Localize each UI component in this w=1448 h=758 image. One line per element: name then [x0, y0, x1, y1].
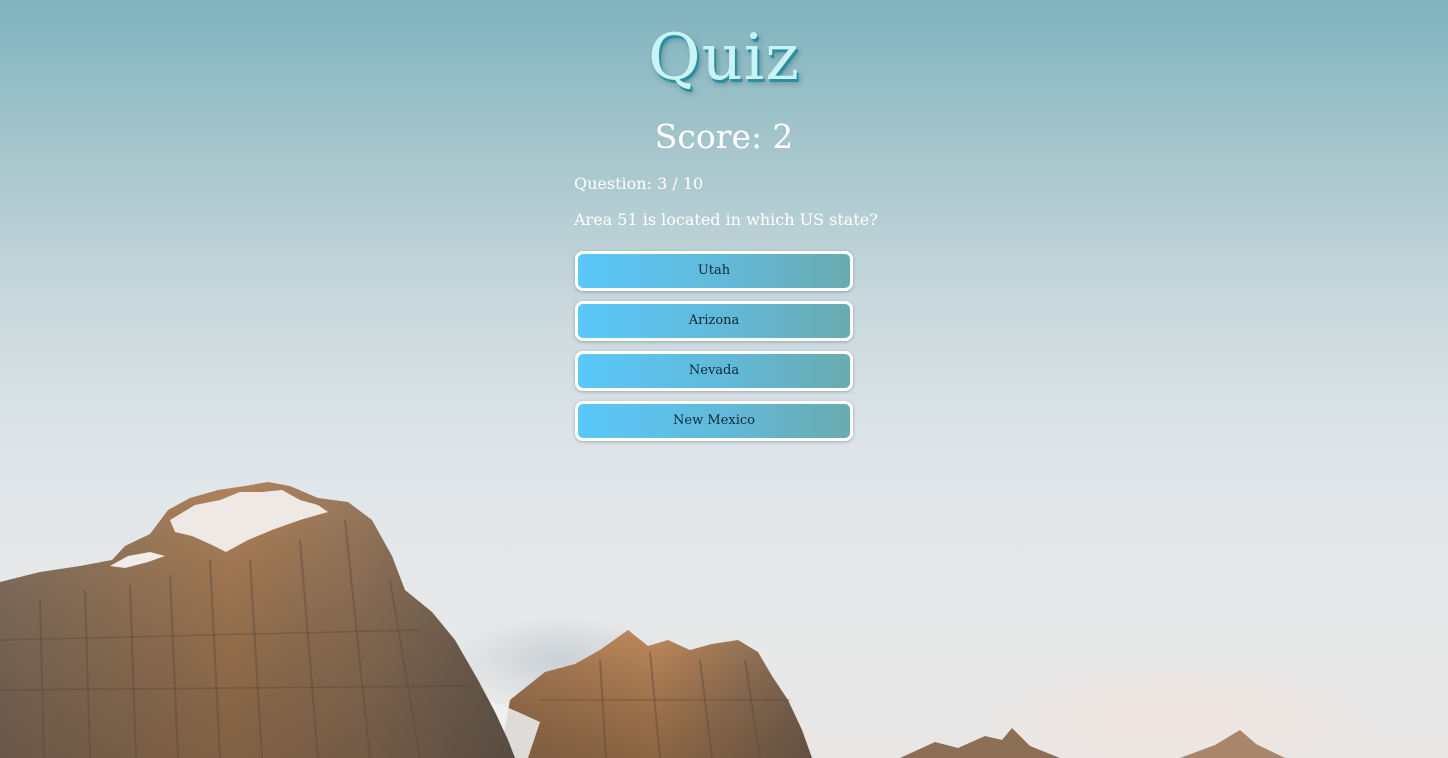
- progress-label: Question:: [574, 174, 652, 193]
- answer-button-nevada[interactable]: Nevada: [575, 351, 853, 391]
- progress-current: 3: [657, 174, 668, 193]
- answer-button-new-mexico[interactable]: New Mexico: [575, 401, 853, 441]
- progress-total: 10: [682, 174, 704, 193]
- quiz-title: Quiz: [648, 21, 800, 95]
- answer-list: Utah Arizona Nevada New Mexico: [575, 251, 853, 451]
- question-progress: Question: 3 / 10: [574, 173, 703, 195]
- answer-button-arizona[interactable]: Arizona: [575, 301, 853, 341]
- score-label: Score:: [654, 117, 763, 156]
- answer-button-utah[interactable]: Utah: [575, 251, 853, 291]
- score-display: Score: 2: [0, 114, 1448, 160]
- score-value: 2: [772, 117, 794, 156]
- progress-separator: /: [672, 174, 678, 193]
- question-text: Area 51 is located in which US state?: [574, 210, 878, 229]
